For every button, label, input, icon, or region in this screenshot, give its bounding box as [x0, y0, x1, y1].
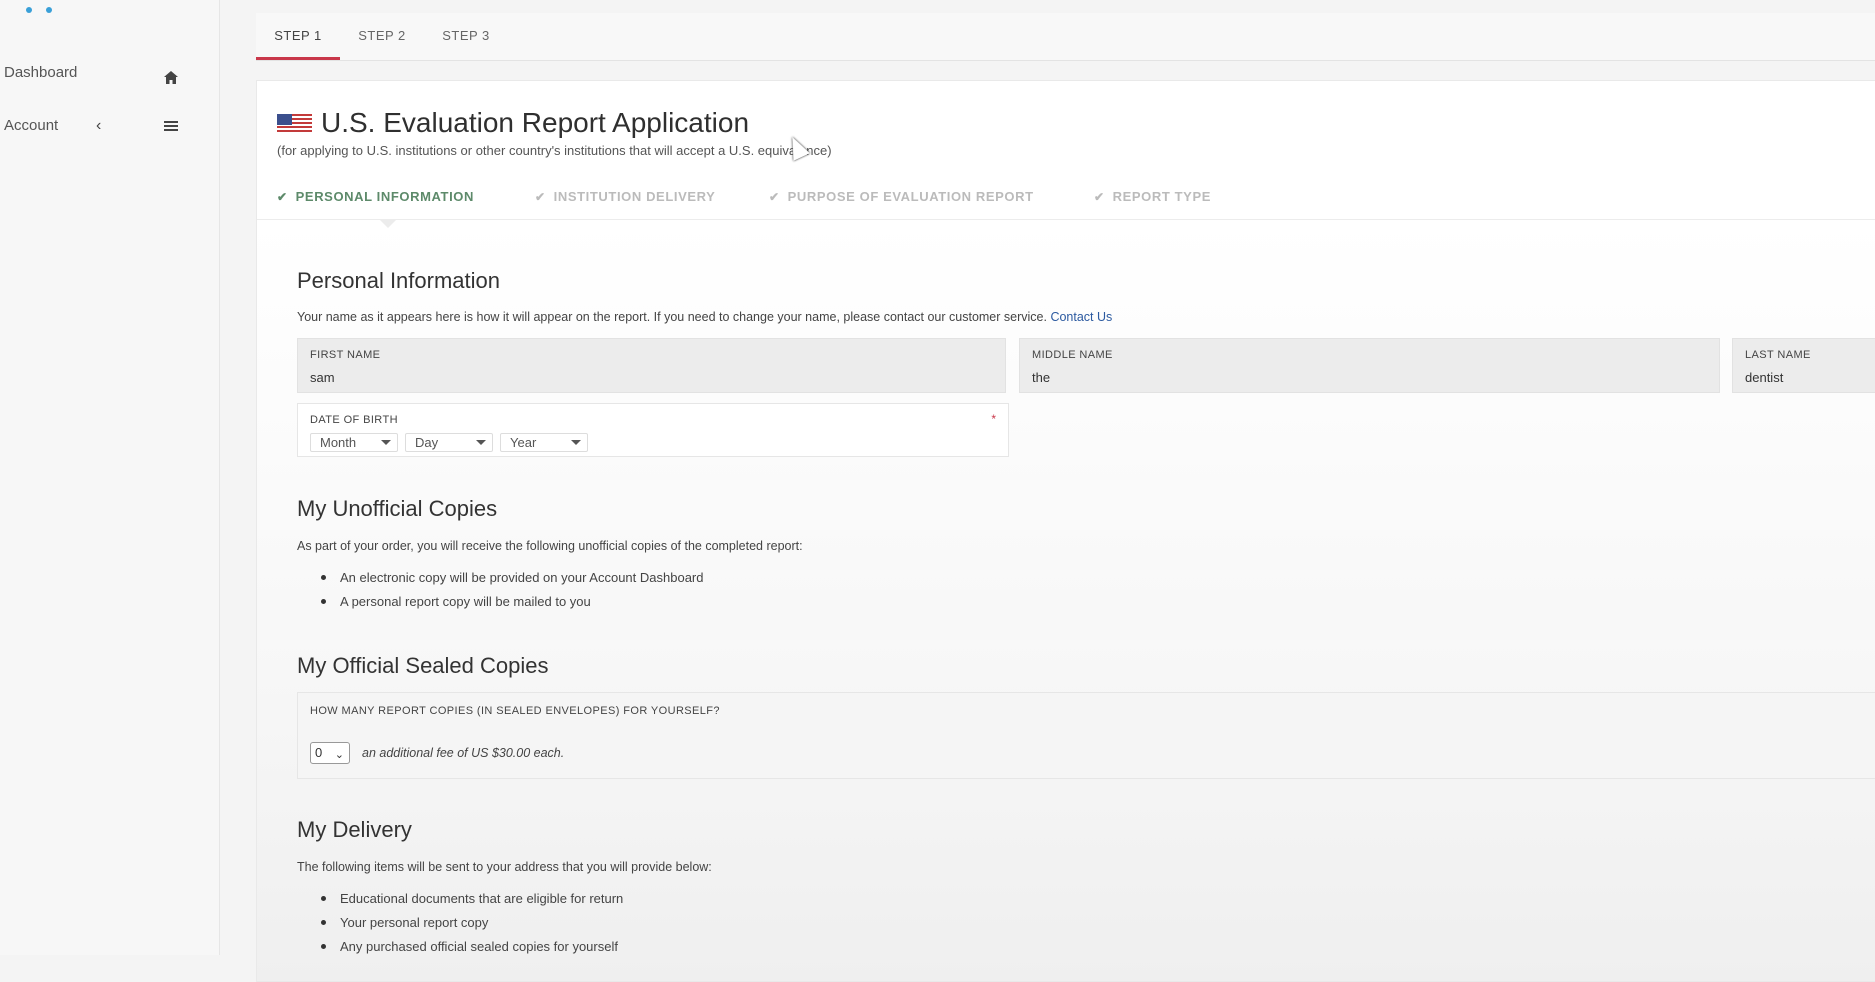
application-panel: U.S. Evaluation Report Application (for …: [256, 80, 1875, 982]
section-nav-purpose[interactable]: ✔ PURPOSE OF EVALUATION REPORT: [769, 189, 1034, 204]
year-select[interactable]: Year: [500, 433, 588, 452]
caret-down-icon: [571, 440, 581, 445]
month-select[interactable]: Month: [310, 433, 398, 452]
fee-note: an additional fee of US $30.00 each.: [362, 746, 565, 760]
list-item: Your personal report copy: [297, 911, 623, 935]
sidebar-item-account[interactable]: Account ‹: [0, 115, 219, 151]
chevron-left-icon[interactable]: ‹: [96, 117, 101, 135]
logo: [26, 0, 66, 13]
list-item: Any purchased official sealed copies for…: [297, 935, 623, 959]
date-of-birth-label: DATE OF BIRTH: [310, 414, 398, 426]
page-subtitle: (for applying to U.S. institutions or ot…: [277, 143, 832, 158]
delivery-list: Educational documents that are eligible …: [297, 887, 623, 959]
first-name-field[interactable]: FIRST NAME sam: [297, 338, 1006, 393]
last-name-value: dentist: [1745, 370, 1784, 385]
chevron-down-icon: ⌄: [334, 749, 344, 761]
list-item: Educational documents that are eligible …: [297, 887, 623, 911]
delivery-intro: The following items will be sent to your…: [297, 860, 712, 874]
copies-quantity-select[interactable]: 0 ⌄: [310, 742, 350, 764]
sidebar: Dashboard Account ‹: [0, 0, 220, 955]
list-item: A personal report copy will be mailed to…: [297, 590, 704, 614]
sidebar-item-label: Dashboard: [4, 64, 78, 81]
first-name-value: sam: [310, 370, 335, 385]
middle-name-value: the: [1032, 370, 1051, 385]
page-title: U.S. Evaluation Report Application: [321, 107, 750, 138]
unofficial-copies-heading: My Unofficial Copies: [297, 496, 498, 521]
official-copies-heading: My Official Sealed Copies: [297, 653, 549, 678]
section-nav-personal-information[interactable]: ✔ PERSONAL INFORMATION: [277, 189, 474, 204]
step-tabs: STEP 1 STEP 2 STEP 3: [256, 13, 1875, 61]
list-item: An electronic copy will be provided on y…: [297, 566, 704, 590]
tab-step-2[interactable]: STEP 2: [340, 13, 424, 60]
date-of-birth-field: DATE OF BIRTH * Month Day Year: [297, 403, 1009, 457]
tab-step-3[interactable]: STEP 3: [424, 13, 508, 60]
us-flag-icon: [277, 114, 312, 134]
middle-name-field[interactable]: MIDDLE NAME the: [1019, 338, 1720, 393]
section-nav-report-type[interactable]: ✔ REPORT TYPE: [1094, 189, 1211, 204]
personal-information-heading: Personal Information: [297, 268, 500, 293]
menu-icon[interactable]: [164, 119, 178, 136]
check-icon: ✔: [535, 190, 546, 204]
divider: [257, 219, 1875, 220]
unofficial-intro: As part of your order, you will receive …: [297, 539, 803, 553]
delivery-heading: My Delivery: [297, 817, 412, 842]
last-name-field[interactable]: LAST NAME dentist: [1732, 338, 1875, 393]
tab-step-1[interactable]: STEP 1: [256, 13, 340, 60]
last-name-label: LAST NAME: [1745, 349, 1811, 361]
sidebar-item-dashboard[interactable]: Dashboard: [0, 62, 219, 98]
official-copies-box: HOW MANY REPORT COPIES (IN SEALED ENVELO…: [297, 692, 1875, 779]
check-icon: ✔: [769, 190, 780, 204]
caret-down-icon: [381, 440, 391, 445]
caret-down-icon: [476, 440, 486, 445]
contact-us-link[interactable]: Contact Us: [1050, 310, 1112, 324]
copies-question: HOW MANY REPORT COPIES (IN SEALED ENVELO…: [310, 705, 720, 717]
required-marker: *: [991, 412, 996, 426]
section-nav-institution-delivery[interactable]: ✔ INSTITUTION DELIVERY: [535, 189, 715, 204]
day-select[interactable]: Day: [405, 433, 493, 452]
middle-name-label: MIDDLE NAME: [1032, 349, 1113, 361]
unofficial-list: An electronic copy will be provided on y…: [297, 566, 704, 614]
check-icon: ✔: [277, 190, 288, 204]
home-icon: [164, 71, 178, 88]
sidebar-item-label: Account: [4, 117, 59, 134]
check-icon: ✔: [1094, 190, 1105, 204]
active-indicator: [379, 219, 397, 228]
name-note: Your name as it appears here is how it w…: [297, 310, 1113, 324]
first-name-label: FIRST NAME: [310, 349, 381, 361]
